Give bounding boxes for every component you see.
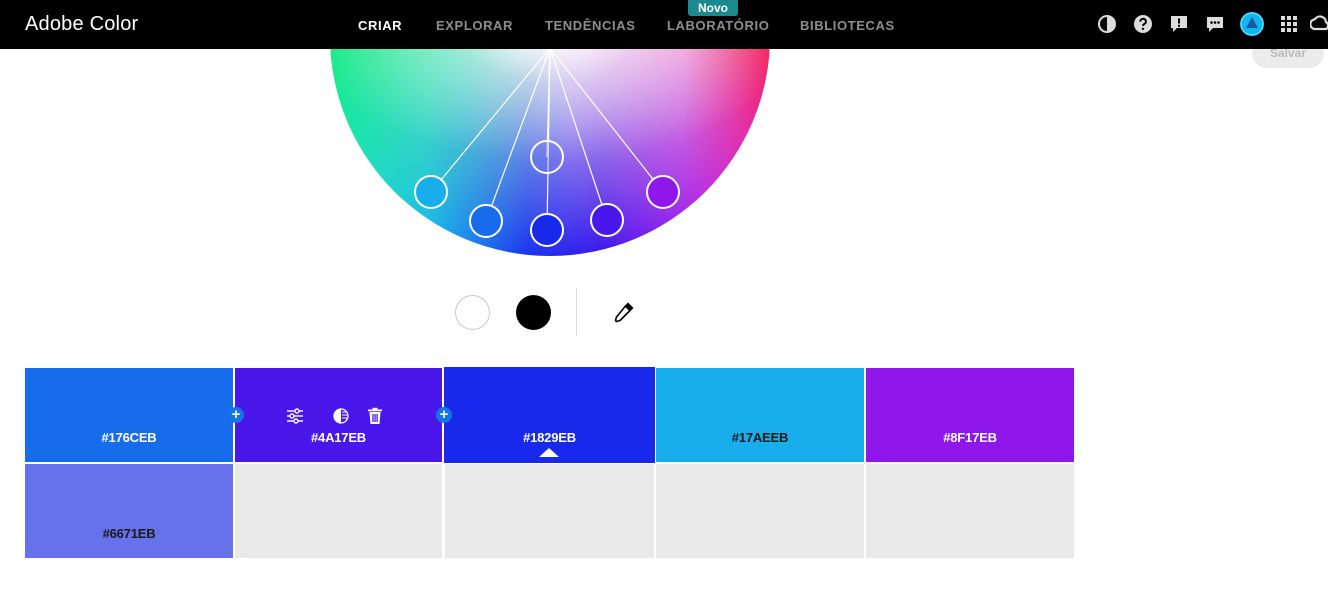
- profile-avatar[interactable]: [1240, 12, 1264, 36]
- creative-cloud-icon[interactable]: [1310, 14, 1328, 34]
- top-nav-bar: Adobe Color CRIAR EXPLORAR TENDÊNCIAS LA…: [0, 0, 1328, 49]
- shade-swatch-empty: [235, 464, 442, 558]
- swatch-hex[interactable]: #6671EB: [25, 526, 233, 541]
- add-color-button[interactable]: +: [436, 407, 452, 423]
- nav-bibliotecas[interactable]: BIBLIOTECAS: [800, 18, 895, 33]
- nav-tendencias[interactable]: TENDÊNCIAS: [545, 18, 636, 33]
- swatch-hex[interactable]: #176CEB: [25, 430, 233, 445]
- color-wheel[interactable]: [329, 34, 771, 256]
- shade-swatch-1[interactable]: #6671EB: [25, 464, 233, 558]
- contrast-icon[interactable]: [1097, 14, 1117, 34]
- white-color-button[interactable]: [455, 295, 490, 330]
- shade-swatch-empty: [866, 464, 1074, 558]
- swatch-hex[interactable]: #4A17EB: [235, 430, 442, 445]
- swatch-hex[interactable]: #17AEEB: [656, 430, 864, 445]
- base-color-pointer: [539, 448, 559, 457]
- apps-grid-icon[interactable]: [1279, 14, 1299, 34]
- trash-icon[interactable]: [365, 406, 385, 426]
- help-icon[interactable]: [1133, 14, 1153, 34]
- swatch-tools: [285, 406, 385, 426]
- nav-explorar[interactable]: EXPLORAR: [436, 18, 513, 33]
- tools-divider: [576, 288, 577, 336]
- contrast-half-icon[interactable]: [331, 406, 351, 426]
- add-color-button[interactable]: +: [228, 407, 244, 423]
- shade-swatch-empty: [445, 464, 654, 558]
- swatch-4[interactable]: #17AEEB: [656, 368, 864, 462]
- nav-laboratorio[interactable]: LABORATÓRIO: [667, 18, 769, 33]
- wheel-handle-1829EB-base[interactable]: [530, 213, 564, 247]
- swatch-hex[interactable]: #1829EB: [444, 430, 655, 445]
- swatch-5[interactable]: #8F17EB: [866, 368, 1074, 462]
- wheel-handle-6671EB[interactable]: [530, 140, 564, 174]
- chat-icon[interactable]: [1205, 14, 1225, 34]
- wheel-handle-8F17EB[interactable]: [646, 175, 680, 209]
- new-badge: Novo: [688, 0, 738, 16]
- brand-title[interactable]: Adobe Color: [25, 13, 138, 36]
- shade-swatch-empty: [656, 464, 864, 558]
- feedback-icon[interactable]: [1169, 14, 1189, 34]
- sliders-icon[interactable]: [285, 406, 305, 426]
- black-color-button[interactable]: [516, 295, 551, 330]
- app-root: Adobe Color CRIAR EXPLORAR TENDÊNCIAS LA…: [0, 0, 1328, 592]
- nav-criar[interactable]: CRIAR: [358, 18, 402, 33]
- swatch-hex[interactable]: #8F17EB: [866, 430, 1074, 445]
- swatch-1[interactable]: #176CEB: [25, 368, 233, 462]
- wheel-handle-17AEEB[interactable]: [414, 175, 448, 209]
- wheel-handle-4A17EB[interactable]: [590, 203, 624, 237]
- wheel-handle-176CEB[interactable]: [469, 204, 503, 238]
- swatch-2-selected[interactable]: #4A17EB: [235, 368, 442, 462]
- eyedropper-icon[interactable]: [611, 299, 637, 325]
